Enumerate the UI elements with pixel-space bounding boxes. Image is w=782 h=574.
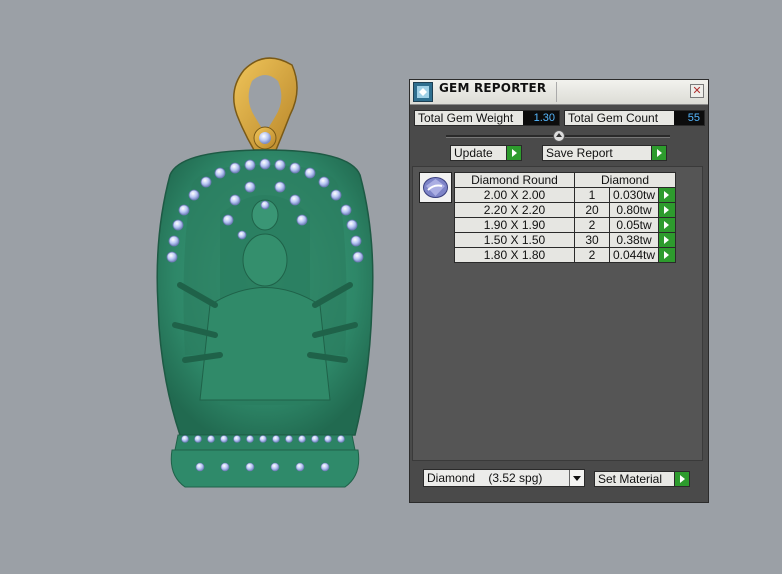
set-material-button-label: Set Material xyxy=(598,472,663,486)
title-bar[interactable]: GEM REPORTER ✕ xyxy=(410,80,708,105)
gem-count-cell: 2 xyxy=(574,247,610,263)
table-row[interactable]: 1.50 X 1.50 30 0.38tw xyxy=(454,232,676,248)
material-select[interactable]: Diamond (3.52 spg) xyxy=(423,469,585,487)
gem-count-cell: 1 xyxy=(574,187,610,203)
total-gem-count-field: Total Gem Count 55 xyxy=(564,110,705,126)
window-title: GEM REPORTER xyxy=(439,81,547,95)
chevron-down-icon[interactable] xyxy=(569,470,584,486)
play-arrow-icon xyxy=(651,146,666,160)
gem-size-cell: 1.80 X 1.80 xyxy=(454,247,575,263)
gem-weight-cell: 0.05tw xyxy=(609,217,659,233)
select-row-button[interactable] xyxy=(658,187,676,203)
play-arrow-icon xyxy=(664,191,669,199)
gem-reporter-panel: GEM REPORTER ✕ Total Gem Weight 1.30 Tot… xyxy=(409,79,709,503)
play-arrow-icon xyxy=(664,221,669,229)
gem-reporter-app-icon xyxy=(413,82,433,102)
collapse-arrow-icon[interactable] xyxy=(553,130,565,142)
gem-table: Diamond Round Diamond 2.00 X 2.00 1 0.03… xyxy=(454,172,676,263)
save-report-button[interactable]: Save Report xyxy=(542,145,667,161)
table-row[interactable]: 1.90 X 1.90 2 0.05tw xyxy=(454,217,676,233)
set-material-button[interactable]: Set Material xyxy=(594,471,690,487)
table-header-row: Diamond Round Diamond xyxy=(454,172,676,188)
table-row[interactable]: 2.00 X 2.00 1 0.030tw xyxy=(454,187,676,203)
gem-weight-cell: 0.030tw xyxy=(609,187,659,203)
gem-size-cell: 2.20 X 2.20 xyxy=(454,202,575,218)
play-arrow-icon xyxy=(664,206,669,214)
gem-shape-header: Diamond Round xyxy=(454,172,575,188)
gem-count-cell: 20 xyxy=(574,202,610,218)
gem-size-cell: 1.50 X 1.50 xyxy=(454,232,575,248)
gem-weight-cell: 0.38tw xyxy=(609,232,659,248)
play-arrow-icon xyxy=(664,236,669,244)
gem-count-cell: 30 xyxy=(574,232,610,248)
play-arrow-icon xyxy=(674,472,689,486)
select-row-button[interactable] xyxy=(658,232,676,248)
play-arrow-icon xyxy=(506,146,521,160)
round-diamond-icon[interactable] xyxy=(419,172,452,203)
title-separator xyxy=(556,82,557,102)
gem-count-cell: 2 xyxy=(574,217,610,233)
table-row[interactable]: 1.80 X 1.80 2 0.044tw xyxy=(454,247,676,263)
save-report-button-label: Save Report xyxy=(546,146,613,160)
select-row-button[interactable] xyxy=(658,217,676,233)
gem-size-cell: 2.00 X 2.00 xyxy=(454,187,575,203)
table-row[interactable]: 2.20 X 2.20 20 0.80tw xyxy=(454,202,676,218)
total-gem-weight-label: Total Gem Weight xyxy=(418,111,514,125)
update-button[interactable]: Update xyxy=(450,145,522,161)
gem-weight-cell: 0.044tw xyxy=(609,247,659,263)
select-row-button[interactable] xyxy=(658,247,676,263)
gem-weight-cell: 0.80tw xyxy=(609,202,659,218)
total-gem-count-label: Total Gem Count xyxy=(568,111,659,125)
gem-size-cell: 1.90 X 1.90 xyxy=(454,217,575,233)
material-select-value: Diamond (3.52 spg) xyxy=(427,471,543,485)
update-button-label: Update xyxy=(454,146,493,160)
select-row-button[interactable] xyxy=(658,202,676,218)
gem-material-header: Diamond xyxy=(574,172,676,188)
close-icon[interactable]: ✕ xyxy=(690,84,704,98)
total-gem-weight-field: Total Gem Weight 1.30 xyxy=(414,110,560,126)
play-arrow-icon xyxy=(664,251,669,259)
total-gem-weight-value: 1.30 xyxy=(523,111,559,125)
jade-pendant-model[interactable] xyxy=(140,55,380,495)
total-gem-count-value: 55 xyxy=(674,111,704,125)
